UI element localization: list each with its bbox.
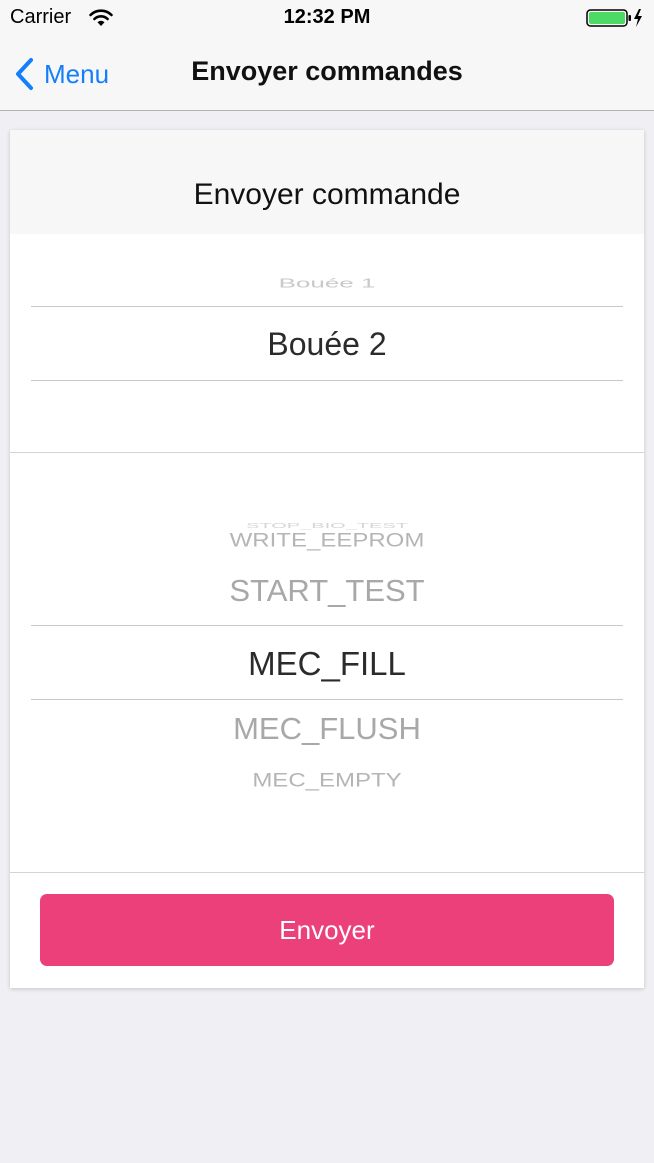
command-picker-selected-item[interactable]: MEC_FILL	[10, 645, 644, 683]
send-button[interactable]: Envoyer	[40, 894, 614, 966]
command-picker-item[interactable]: MEC_EMPTY	[10, 770, 644, 793]
buoy-picker-item[interactable]: Bouée 1	[10, 276, 644, 292]
battery-charging-icon	[586, 9, 642, 27]
picker-selection-line	[31, 380, 623, 381]
command-picker-item[interactable]: WRITE_EEPROM	[10, 530, 644, 553]
picker-selection-line	[31, 625, 623, 626]
card-header: Envoyer commande	[10, 130, 644, 234]
nav-bar: Menu Envoyer commandes	[0, 40, 654, 110]
clock: 12:32 PM	[283, 6, 371, 28]
page-title: Envoyer commandes	[191, 56, 463, 86]
send-button-label: Envoyer	[279, 914, 375, 945]
status-bar: Carrier 12:32 PM	[0, 0, 654, 40]
send-command-card: Envoyer commande Bouée 1 Bouée 2 STOP_BI…	[10, 130, 644, 988]
command-picker[interactable]: STOP_BIO_TEST WRITE_EEPROM START_TEST ME…	[10, 453, 644, 872]
buoy-picker-selected-item[interactable]: Bouée 2	[10, 326, 644, 363]
screen: Carrier 12:32 PM Menu Envoyer commandes …	[0, 0, 654, 1163]
buoy-picker[interactable]: Bouée 1 Bouée 2	[10, 234, 644, 452]
picker-selection-line	[31, 306, 623, 307]
top-bar: Carrier 12:32 PM Menu Envoyer commandes	[0, 0, 654, 111]
command-picker-item[interactable]: START_TEST	[10, 573, 644, 609]
picker-selection-line	[31, 699, 623, 700]
command-picker-item[interactable]: MEC_FLUSH	[10, 711, 644, 747]
card-title: Envoyer commande	[193, 178, 461, 211]
divider	[10, 872, 644, 873]
